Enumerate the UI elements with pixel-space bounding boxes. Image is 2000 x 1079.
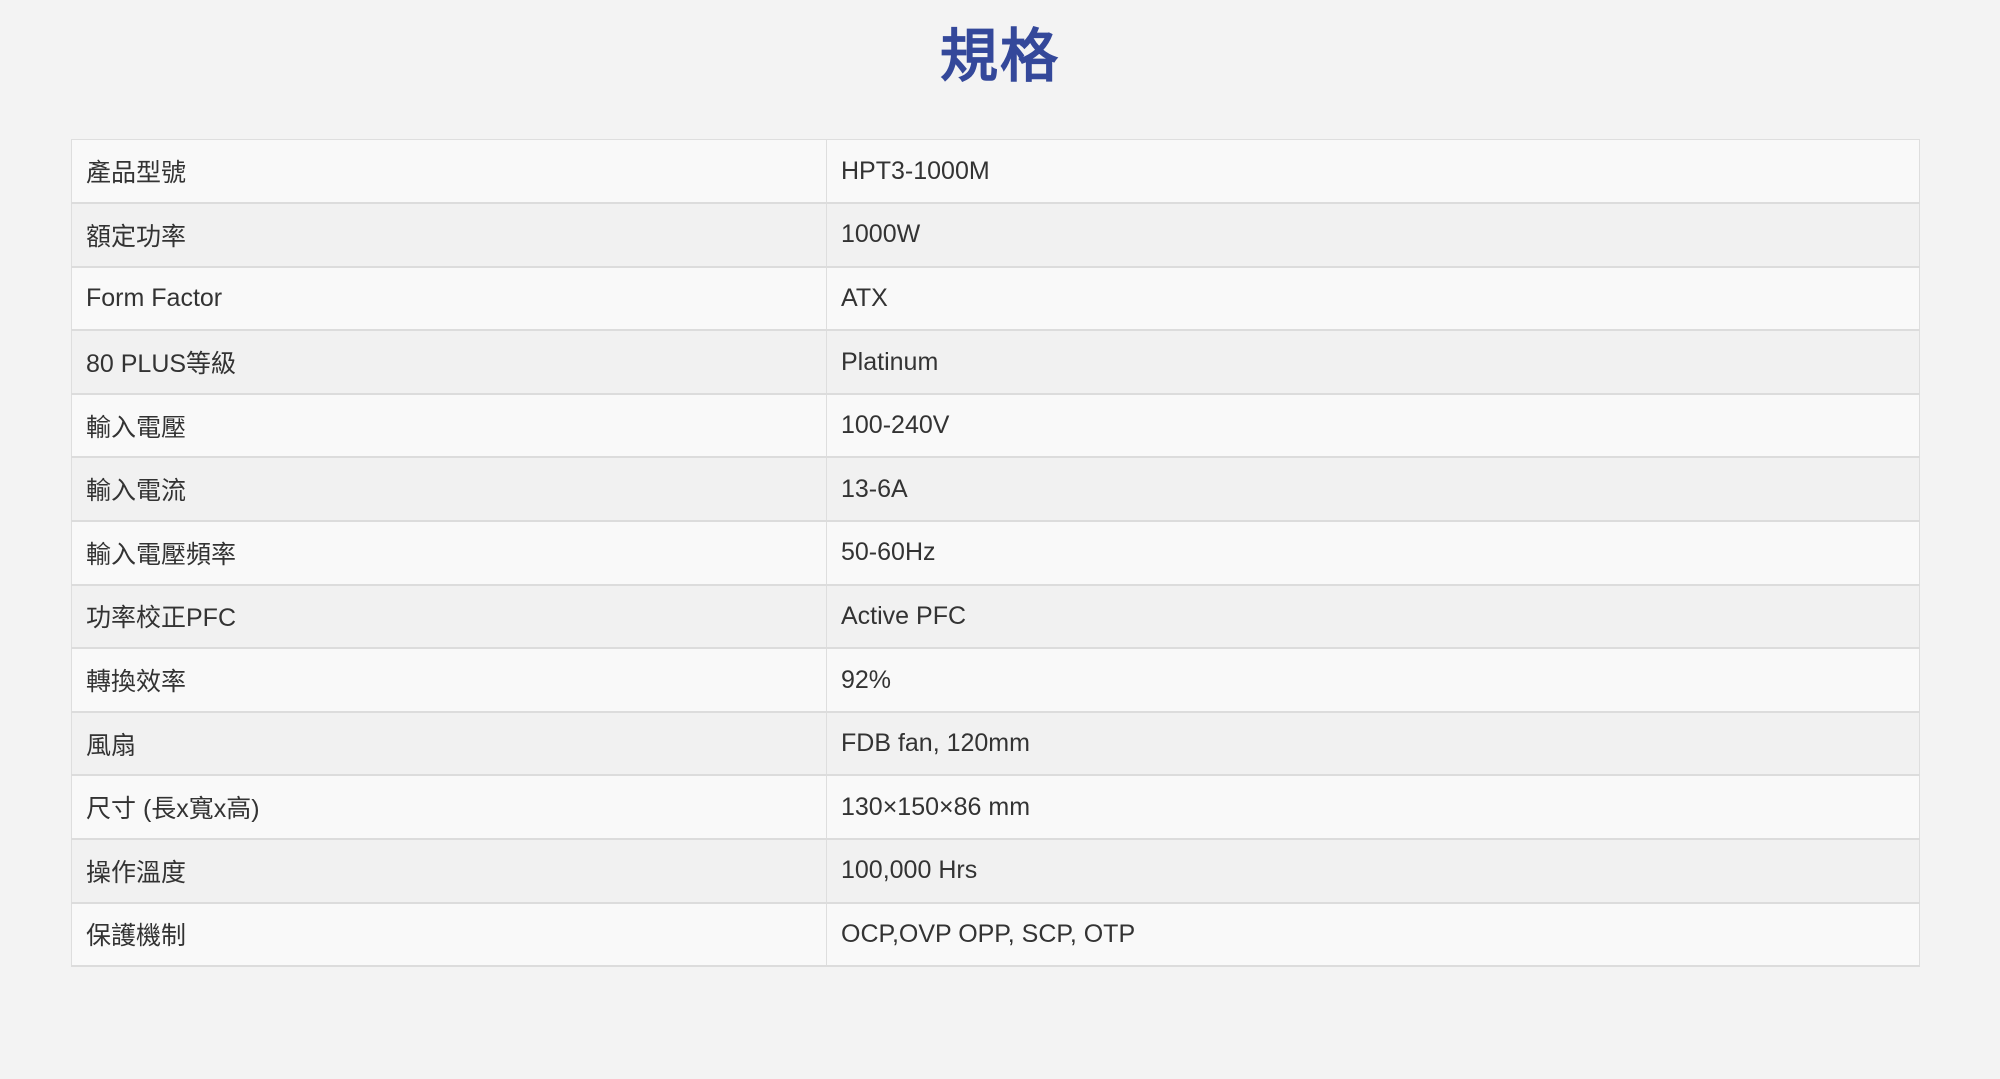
table-row: 輸入電流 13-6A: [71, 456, 1920, 522]
spec-label: 產品型號: [71, 139, 827, 204]
spec-value: Platinum: [826, 329, 1920, 395]
table-row: 產品型號 HPT3-1000M: [71, 139, 1920, 204]
spec-value: 92%: [826, 647, 1920, 713]
table-row: 風扇 FDB fan, 120mm: [71, 711, 1920, 776]
spec-table: 產品型號 HPT3-1000M 額定功率 1000W Form Factor A…: [71, 139, 1920, 967]
table-row: Form Factor ATX: [71, 266, 1920, 331]
spec-value: 13-6A: [826, 456, 1920, 522]
spec-value: 100-240V: [826, 393, 1920, 458]
spec-value: 1000W: [826, 202, 1920, 268]
spec-label: 輸入電壓頻率: [71, 520, 827, 586]
spec-label: 轉換效率: [71, 647, 827, 713]
table-row: 保護機制 OCP,OVP OPP, SCP, OTP: [71, 902, 1920, 967]
table-row: 功率校正PFC Active PFC: [71, 584, 1920, 649]
spec-label: 80 PLUS等級: [71, 329, 827, 395]
spec-label: 功率校正PFC: [71, 584, 827, 649]
spec-label: 尺寸 (長x寬x高): [71, 774, 827, 840]
spec-value: 130×150×86 mm: [826, 774, 1920, 840]
page-title: 規格: [939, 22, 1060, 90]
table-row: 尺寸 (長x寬x高) 130×150×86 mm: [71, 774, 1920, 840]
spec-value: 100,000 Hrs: [826, 838, 1920, 904]
spec-value: OCP,OVP OPP, SCP, OTP: [826, 902, 1920, 967]
table-row: 80 PLUS等級 Platinum: [71, 329, 1920, 395]
table-row: 轉換效率 92%: [71, 647, 1920, 713]
spec-label: 額定功率: [71, 202, 827, 268]
spec-value: Active PFC: [826, 584, 1920, 649]
spec-label: 操作溫度: [71, 838, 827, 904]
spec-page: 規格 產品型號 HPT3-1000M 額定功率 1000W Form Facto…: [0, 0, 2000, 1079]
spec-label: 保護機制: [71, 902, 827, 967]
spec-label: Form Factor: [71, 266, 827, 331]
table-row: 額定功率 1000W: [71, 202, 1920, 268]
table-row: 操作溫度 100,000 Hrs: [71, 838, 1920, 904]
spec-value: HPT3-1000M: [826, 139, 1920, 204]
spec-label: 輸入電壓: [71, 393, 827, 458]
table-row: 輸入電壓 100-240V: [71, 393, 1920, 458]
spec-value: FDB fan, 120mm: [826, 711, 1920, 776]
spec-label: 風扇: [71, 711, 827, 776]
table-row: 輸入電壓頻率 50-60Hz: [71, 520, 1920, 586]
spec-label: 輸入電流: [71, 456, 827, 522]
spec-value: ATX: [826, 266, 1920, 331]
spec-value: 50-60Hz: [826, 520, 1920, 586]
